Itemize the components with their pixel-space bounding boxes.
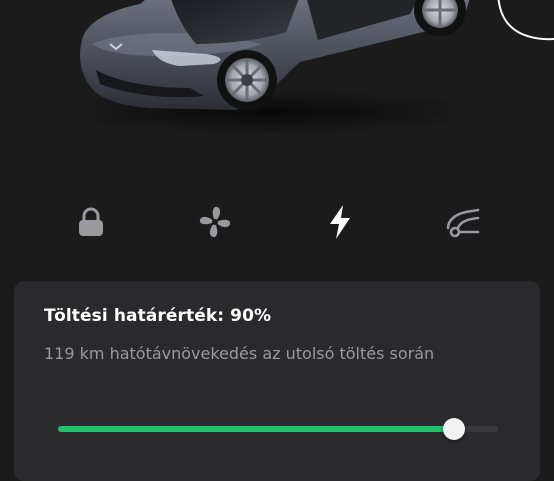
charge-bolt-icon bbox=[330, 205, 350, 239]
slider-thumb[interactable] bbox=[443, 418, 465, 440]
slider-fill bbox=[58, 426, 454, 432]
fan-icon bbox=[199, 206, 231, 238]
vehicle-image bbox=[0, 0, 554, 190]
charge-limit-title: Töltési határérték: 90% bbox=[44, 306, 272, 326]
charge-range-info: 119 km hatótávnövekedés az utolsó töltés… bbox=[44, 344, 435, 363]
charging-button[interactable] bbox=[314, 196, 366, 248]
climate-button[interactable] bbox=[189, 196, 241, 248]
lock-icon bbox=[79, 207, 103, 236]
trunk-icon bbox=[446, 208, 480, 238]
vehicle-controls bbox=[0, 196, 554, 248]
charge-limit-slider[interactable] bbox=[58, 417, 498, 441]
lock-button[interactable] bbox=[65, 196, 117, 248]
trunk-button[interactable] bbox=[438, 196, 490, 248]
